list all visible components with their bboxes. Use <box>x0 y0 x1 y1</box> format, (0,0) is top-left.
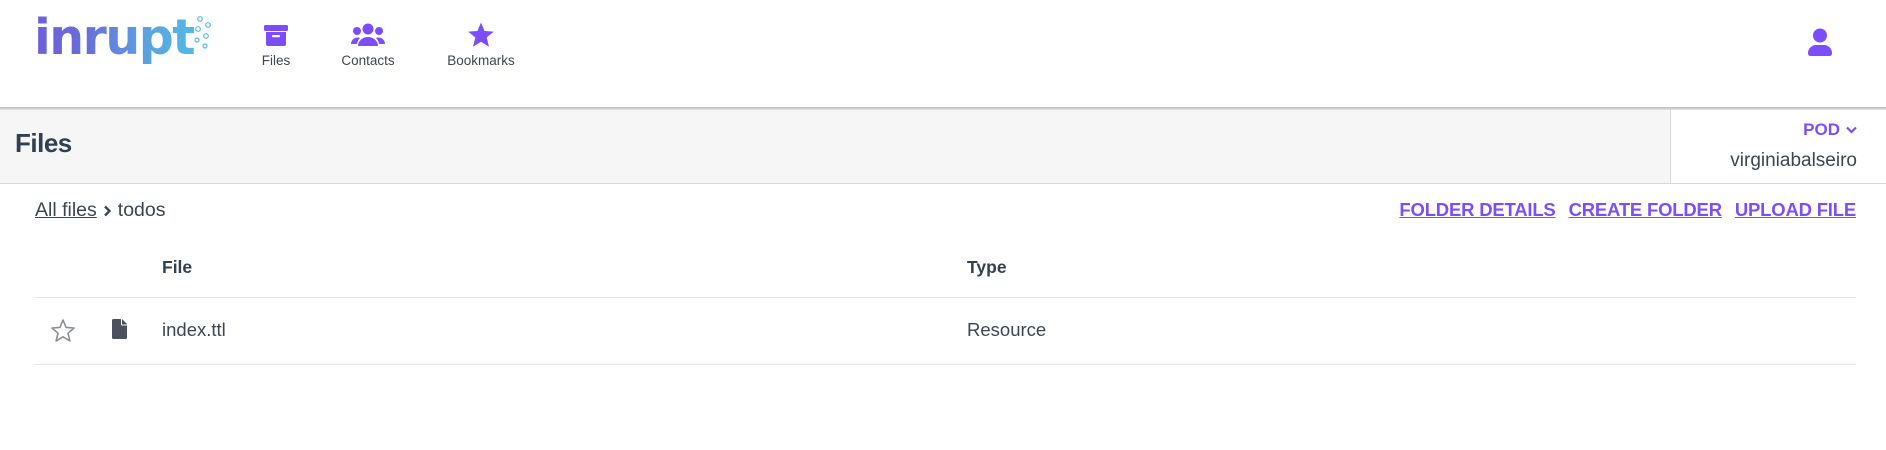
create-folder-link[interactable]: CREATE FOLDER <box>1569 199 1722 221</box>
file-type: Resource <box>967 319 1047 340</box>
upload-file-link[interactable]: UPLOAD FILE <box>1735 199 1856 221</box>
files-header: Files POD virginiabalseiro <box>0 110 1886 184</box>
nav-label-files: Files <box>261 53 291 68</box>
files-table: File Type index.ttl Resource <box>34 242 1856 365</box>
archive-box-icon <box>264 25 288 46</box>
pod-dropdown[interactable]: POD <box>1803 120 1857 140</box>
file-icon <box>112 319 127 339</box>
user-icon[interactable] <box>1808 28 1832 56</box>
bookmark-star-icon[interactable] <box>50 318 76 344</box>
logo-dots-icon <box>194 16 211 49</box>
page-title: Files <box>15 128 72 158</box>
pod-selector[interactable]: POD virginiabalseiro <box>1670 110 1886 183</box>
nav-item-bookmarks[interactable]: Bookmarks <box>443 22 519 68</box>
column-header-file[interactable]: File <box>162 257 192 278</box>
nav-item-files[interactable]: Files <box>256 22 296 68</box>
breadcrumb: All files todos <box>35 199 165 222</box>
pod-label: POD <box>1803 120 1840 139</box>
nav-item-contacts[interactable]: Contacts <box>337 22 399 68</box>
pod-name: virginiabalseiro <box>1730 150 1857 171</box>
table-header: File Type <box>34 242 1856 298</box>
users-icon <box>351 23 385 46</box>
chevron-down-icon <box>1846 126 1857 134</box>
breadcrumb-all-files-link[interactable]: All files <box>35 199 97 222</box>
star-icon <box>468 22 494 47</box>
folder-details-link[interactable]: FOLDER DETAILS <box>1399 199 1555 221</box>
column-header-type[interactable]: Type <box>967 257 1007 278</box>
logo-text: inrupt <box>34 9 196 66</box>
table-row[interactable]: index.ttl Resource <box>34 298 1856 365</box>
nav-label-bookmarks: Bookmarks <box>447 53 515 68</box>
folder-actions: FOLDER DETAILS CREATE FOLDER UPLOAD FILE <box>1399 199 1856 221</box>
breadcrumb-current: todos <box>117 199 166 221</box>
inrupt-logo[interactable]: inrupt <box>34 9 212 68</box>
nav-label-contacts: Contacts <box>341 53 395 68</box>
top-navigation: inrupt Files Contacts Bookmarks <box>0 0 1886 107</box>
chevron-right-icon <box>103 205 111 216</box>
file-name[interactable]: index.ttl <box>162 319 226 341</box>
